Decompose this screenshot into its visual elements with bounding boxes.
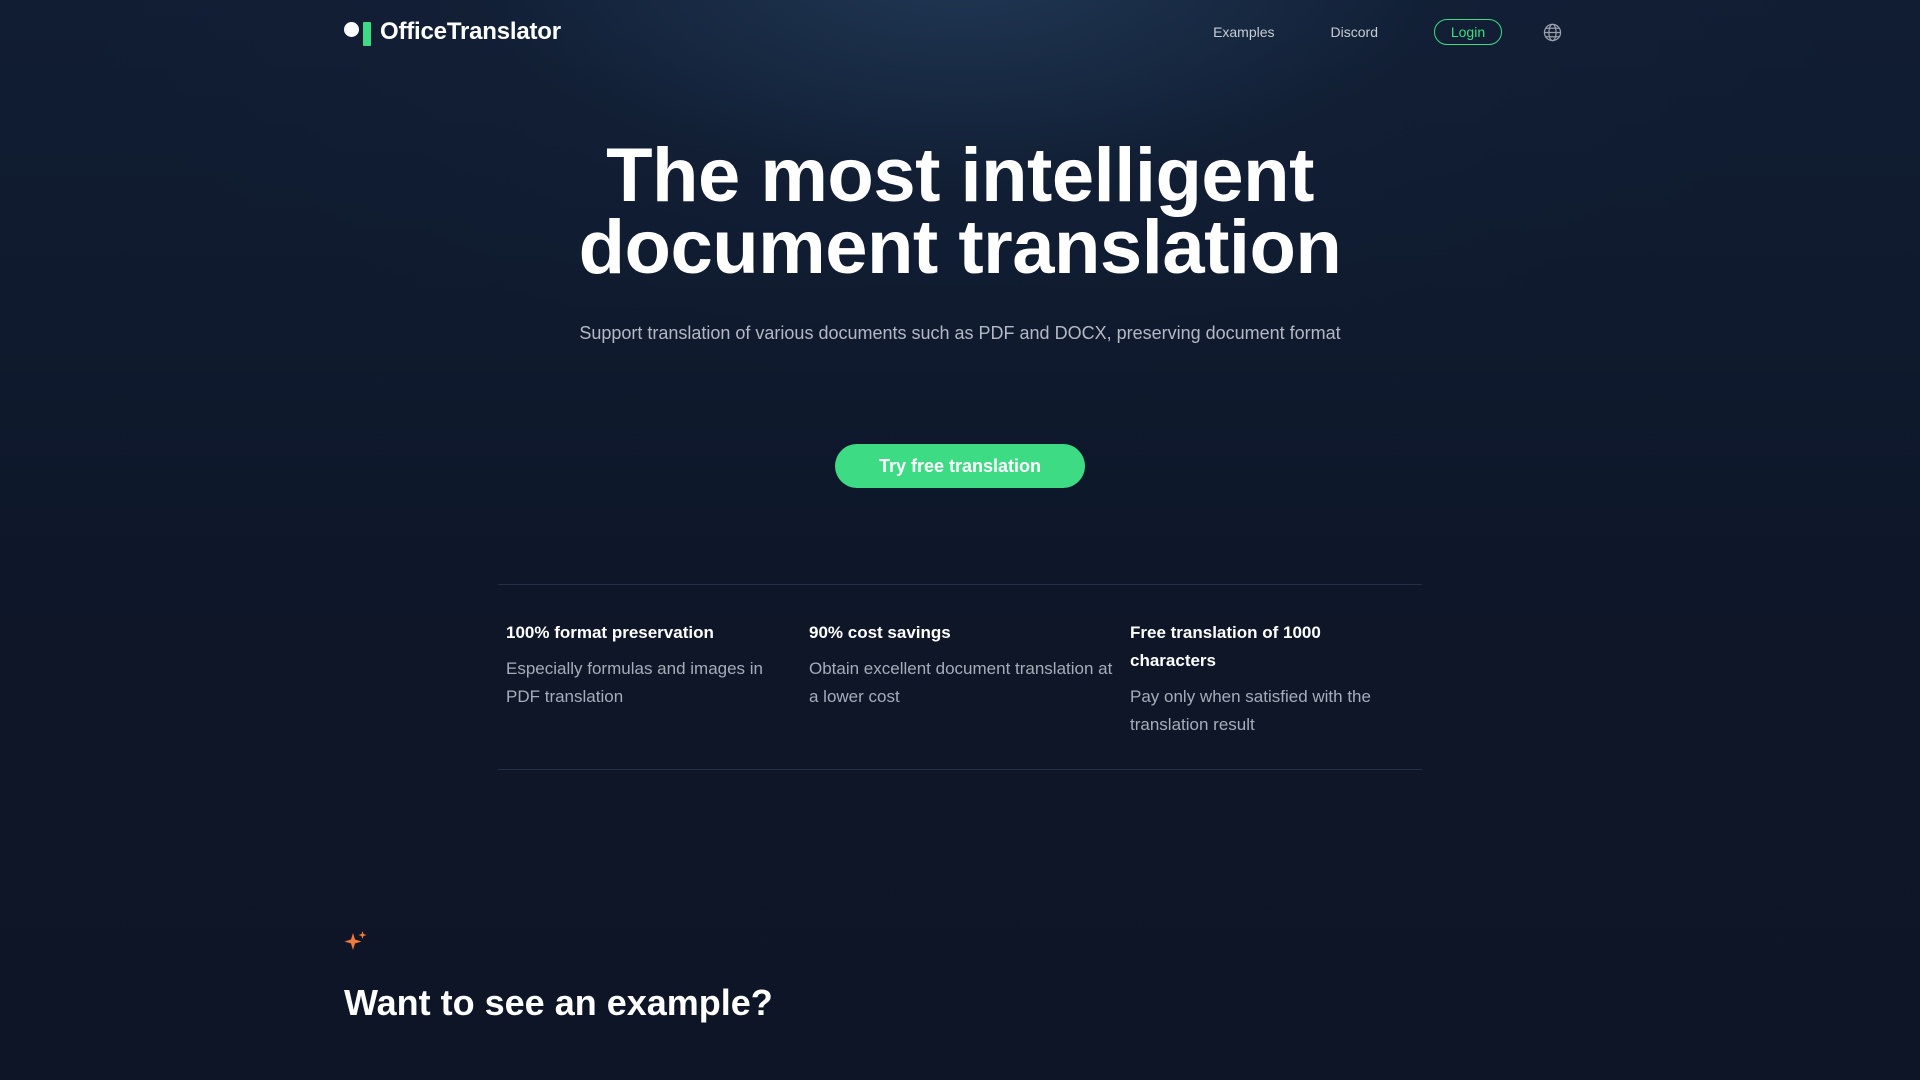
feature-title: Free translation of 1000 characters — [1130, 623, 1321, 670]
feature-item: 100% format preservation Especially form… — [506, 619, 796, 711]
nav-examples-link[interactable]: Examples — [1213, 24, 1274, 40]
brand-name: OfficeTranslator — [380, 18, 561, 45]
hero-title-line-1: The most intelligent — [606, 133, 1314, 218]
features-panel: 100% format preservation Especially form… — [498, 584, 1422, 770]
hero-title: The most intelligent document translatio… — [0, 133, 1920, 290]
site-header: OfficeTranslator Examples Discord Login — [344, 14, 1562, 50]
try-free-translation-button[interactable]: Try free translation — [835, 444, 1085, 488]
logo-dot — [344, 22, 359, 37]
hero-title-line-2: document translation — [578, 205, 1342, 290]
feature-title: 90% cost savings — [809, 623, 951, 642]
login-button[interactable]: Login — [1434, 19, 1502, 45]
sparkle-icon — [344, 930, 368, 954]
feature-item: Free translation of 1000 characters Pay … — [1130, 619, 1410, 739]
example-section-title: Want to see an example? — [344, 982, 773, 1023]
logo-icon — [344, 18, 372, 46]
feature-description: Pay only when satisfied with the transla… — [1130, 687, 1371, 734]
main-nav: Examples Discord Login — [1213, 19, 1562, 45]
nav-discord-link[interactable]: Discord — [1331, 24, 1378, 40]
logo-bar — [363, 22, 371, 46]
landing-page: OfficeTranslator Examples Discord Login … — [0, 0, 1920, 1080]
feature-item: 90% cost savings Obtain excellent docume… — [809, 619, 1119, 711]
feature-description: Especially formulas and images in PDF tr… — [506, 659, 764, 706]
feature-description: Obtain excellent document translation at… — [809, 659, 1113, 706]
globe-icon[interactable] — [1542, 22, 1562, 42]
hero-subtitle: Support translation of various documents… — [579, 323, 1341, 343]
brand-logo[interactable]: OfficeTranslator — [344, 18, 561, 46]
feature-title: 100% format preservation — [506, 623, 714, 642]
